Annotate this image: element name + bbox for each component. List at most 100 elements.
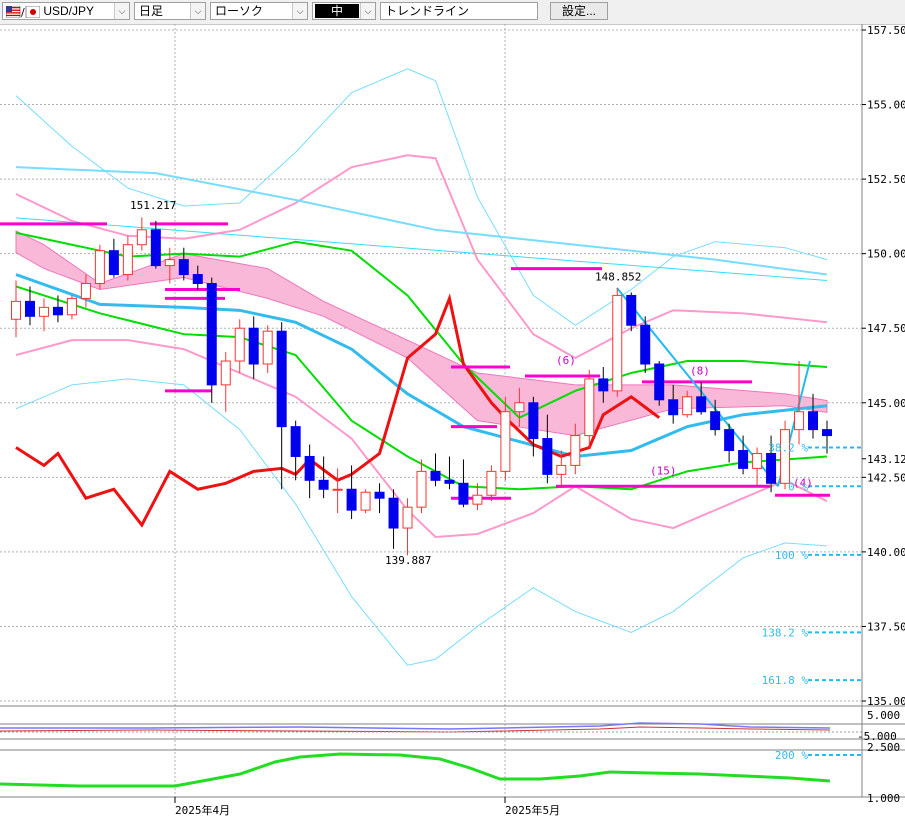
chevron-down-icon[interactable]: ⌵ bbox=[292, 3, 307, 19]
candle-body bbox=[430, 470, 441, 481]
candle-body bbox=[388, 497, 399, 529]
candle-body bbox=[374, 491, 385, 499]
candle-body bbox=[500, 411, 511, 472]
candle-body bbox=[248, 327, 259, 365]
symbol-label: USD/JPY bbox=[43, 4, 95, 18]
candle-body bbox=[766, 452, 777, 484]
timeframe-label: 日足 bbox=[139, 4, 164, 18]
drawing-tool-field[interactable]: トレンドライン bbox=[380, 2, 538, 20]
candle-body bbox=[696, 396, 707, 413]
candle-body bbox=[808, 411, 819, 431]
price-tick-label: 147.50 bbox=[867, 322, 905, 335]
horizontal-levels bbox=[0, 222, 862, 682]
candle-body bbox=[514, 402, 525, 413]
candle-body bbox=[290, 426, 301, 457]
timeframe-select[interactable]: 日足 ⌵ bbox=[134, 2, 206, 20]
long-moving-average bbox=[15, 166, 828, 276]
fib-label: 200 % bbox=[775, 749, 808, 762]
candle-body bbox=[276, 330, 287, 428]
fib-label: 100 % bbox=[775, 549, 808, 562]
candle-body bbox=[24, 300, 35, 317]
candle-body bbox=[192, 274, 203, 284]
line-width-label: 中 bbox=[315, 4, 359, 18]
osc1-tick-label: 5.000 bbox=[867, 709, 900, 722]
fib-label: 38.2 % bbox=[768, 442, 808, 455]
candle-body bbox=[682, 396, 693, 416]
osc2-line bbox=[0, 752, 831, 788]
low-price-label: 139.887 bbox=[385, 554, 431, 567]
candle-body bbox=[640, 324, 651, 365]
candle-body bbox=[108, 250, 119, 276]
candle-body bbox=[738, 449, 749, 469]
candle-body bbox=[556, 464, 567, 475]
candle-body bbox=[122, 244, 133, 276]
chevron-down-icon[interactable]: ⌵ bbox=[360, 3, 375, 19]
chart-type-select[interactable]: ローソク ⌵ bbox=[210, 2, 308, 20]
candle-body bbox=[444, 479, 455, 484]
svg-text:/: / bbox=[21, 6, 25, 18]
oscillator-panels bbox=[0, 722, 862, 788]
candle-body bbox=[626, 294, 637, 326]
candle-body bbox=[80, 282, 91, 299]
price-tick-label: 142.50 bbox=[867, 471, 905, 484]
candle-body bbox=[150, 229, 161, 267]
candle-body bbox=[612, 294, 623, 392]
count-label: (6) bbox=[556, 354, 576, 367]
osc2-tick-label: 2.500 bbox=[867, 741, 900, 754]
symbol-select[interactable]: / USD/JPY ⌵ bbox=[2, 2, 130, 20]
drawing-tool-label: トレンドライン bbox=[385, 4, 470, 18]
candle-body bbox=[668, 399, 679, 416]
price-tick-label: 140.00 bbox=[867, 546, 905, 559]
candle-body bbox=[318, 479, 329, 490]
candle-body bbox=[38, 306, 49, 317]
price-tick-label: 157.50 bbox=[867, 24, 905, 37]
candle-body bbox=[710, 411, 721, 431]
month-label: 2025年5月 bbox=[505, 803, 560, 817]
chevron-down-icon[interactable]: ⌵ bbox=[190, 3, 205, 19]
candle-body bbox=[822, 429, 832, 437]
count-label: (8) bbox=[690, 364, 710, 377]
settings-button[interactable]: 設定... bbox=[550, 2, 608, 20]
price-tick-label: 152.50 bbox=[867, 173, 905, 186]
candle-body bbox=[66, 297, 77, 316]
candle-body bbox=[542, 438, 553, 475]
count-label: (15) bbox=[650, 464, 677, 477]
bollinger-upper-3sigma bbox=[15, 68, 828, 326]
candle-body bbox=[178, 259, 189, 276]
candle-body bbox=[528, 402, 539, 440]
candle-body bbox=[598, 378, 609, 392]
candle-body bbox=[780, 429, 791, 484]
price-tick-label: 137.50 bbox=[867, 620, 905, 633]
line-width-select[interactable]: 中 ⌵ bbox=[312, 2, 376, 20]
candle-body bbox=[304, 455, 315, 481]
candle-body bbox=[416, 470, 427, 508]
candle-body bbox=[164, 259, 175, 267]
osc2-tick-label: 1.000 bbox=[867, 792, 900, 805]
price-tick-label: 155.00 bbox=[867, 99, 905, 112]
candle-body bbox=[136, 229, 147, 246]
candle-body bbox=[11, 300, 21, 320]
price-tick-label: 143.122 bbox=[867, 453, 905, 466]
high-price-label: 148.852 bbox=[595, 271, 641, 284]
candle-body bbox=[94, 250, 105, 284]
month-label: 2025年4月 bbox=[175, 803, 230, 817]
flag-icon: / bbox=[6, 5, 40, 18]
candle-body bbox=[458, 482, 469, 505]
candle-body bbox=[724, 429, 735, 451]
candles bbox=[11, 217, 832, 556]
candle-body bbox=[262, 330, 273, 365]
candle-body bbox=[346, 488, 357, 511]
chart-canvas[interactable]: 157.50 155.00 152.50 150.00 147.50 145.00 143.… bbox=[0, 24, 905, 819]
candle-body bbox=[584, 378, 595, 437]
candle-body bbox=[332, 488, 343, 491]
candle-body bbox=[360, 491, 371, 511]
chevron-down-icon[interactable]: ⌵ bbox=[114, 3, 129, 19]
fib-label: 0 % bbox=[788, 480, 808, 493]
candle-body bbox=[234, 327, 245, 362]
candle-body bbox=[486, 470, 497, 496]
candle-body bbox=[206, 282, 217, 386]
price-tick-label: 150.00 bbox=[867, 248, 905, 261]
high-price-label: 151.217 bbox=[130, 199, 176, 212]
candle-body bbox=[220, 360, 231, 386]
chart-type-label: ローソク bbox=[215, 4, 264, 18]
